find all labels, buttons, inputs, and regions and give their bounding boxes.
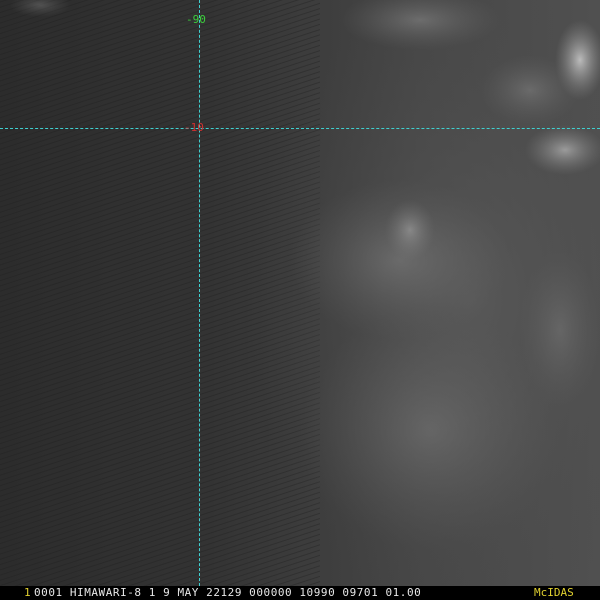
software-label: McIDAS bbox=[534, 586, 574, 599]
longitude-label: -90 bbox=[186, 13, 206, 26]
satellite-image-viewer: -90 -10 1 0001 HIMAWARI-8 1 9 MAY 22129 … bbox=[0, 0, 600, 600]
longitude-grid-line bbox=[199, 0, 200, 586]
cloud-patch-2 bbox=[480, 55, 580, 125]
frame-number: 1 bbox=[24, 586, 31, 599]
cloud-patch-4 bbox=[520, 250, 600, 410]
cloud-patch-1 bbox=[385, 200, 435, 260]
satellite-cloud-imagery bbox=[0, 0, 600, 600]
status-bar: 1 0001 HIMAWARI-8 1 9 MAY 22129 000000 1… bbox=[0, 586, 600, 600]
latitude-label: -10 bbox=[184, 121, 204, 134]
latitude-grid-line bbox=[0, 128, 600, 129]
image-metadata-text: 0001 HIMAWARI-8 1 9 MAY 22129 000000 109… bbox=[34, 586, 422, 599]
